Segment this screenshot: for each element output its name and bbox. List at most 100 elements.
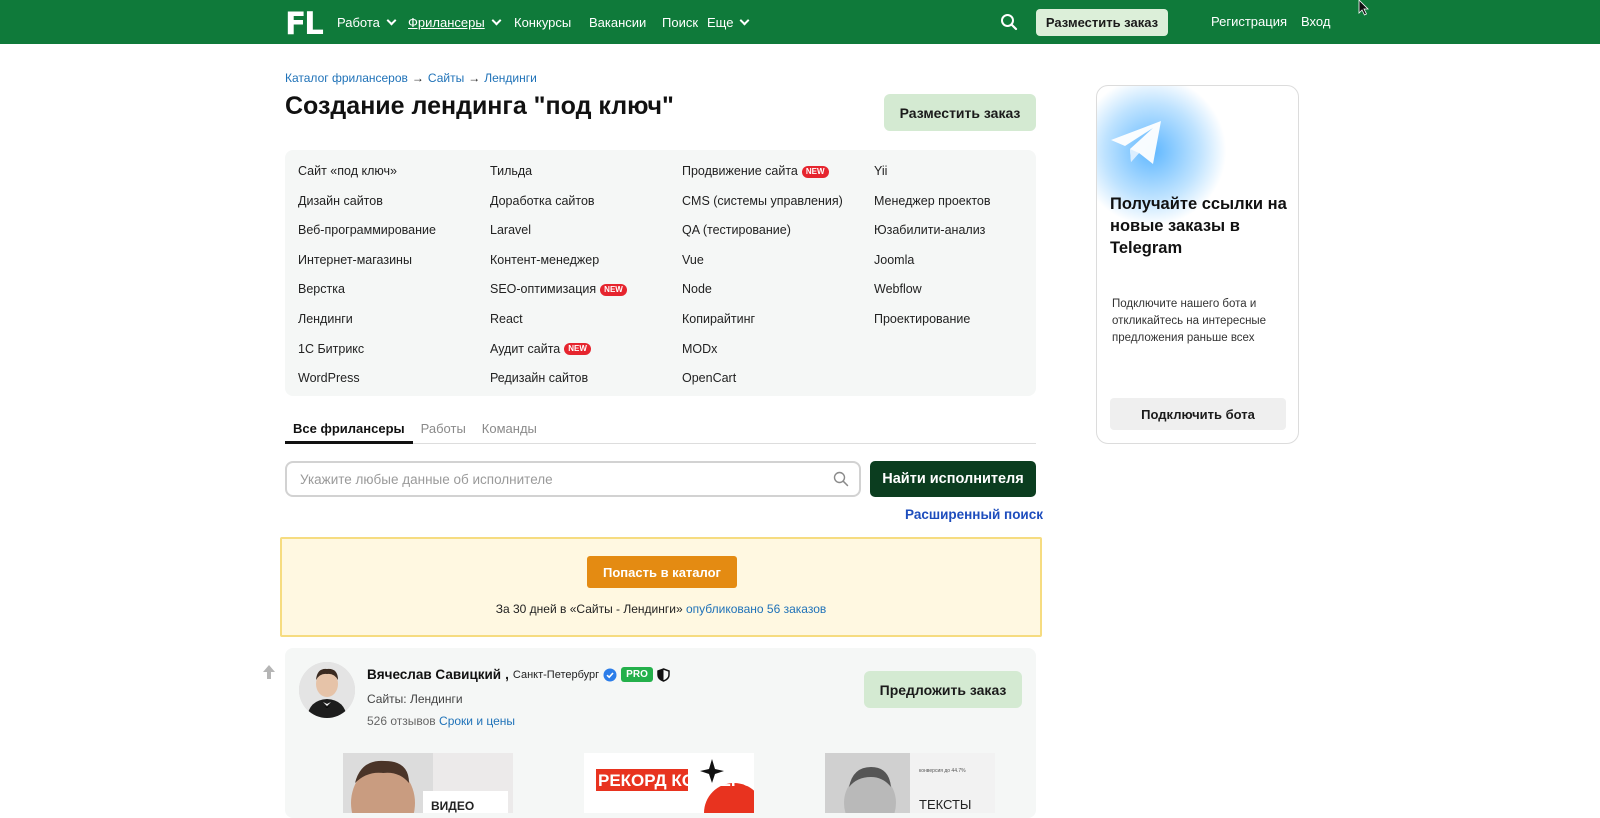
new-badge: NEW (564, 343, 591, 356)
top-post-order-button[interactable]: Разместить заказ (1036, 9, 1168, 36)
nav-item-freelancers[interactable]: Фрилансеры (408, 0, 502, 44)
category-link[interactable]: Доработка сайтов (490, 187, 627, 217)
portfolio-thumbnail[interactable]: РЕКОРД КОНВЕРСИИ (584, 753, 754, 813)
category-column: Тильда Доработка сайтов Laravel Контент-… (490, 157, 627, 394)
category-label: Проектирование (874, 311, 971, 326)
pro-badge: PRO (621, 667, 653, 682)
search-icon[interactable] (833, 471, 849, 487)
category-link[interactable]: Laravel (490, 216, 627, 246)
category-link[interactable]: 1С Битрикс (298, 335, 436, 365)
fl-logo[interactable]: FL (285, 6, 324, 42)
category-column: Yii Менеджер проектов Юзабилити-анализ J… (874, 157, 991, 335)
freelancer-name[interactable]: Вячеслав Савицкий (367, 667, 501, 682)
breadcrumb-sites[interactable]: Сайты (428, 71, 464, 85)
category-label: Менеджер проектов (874, 193, 991, 208)
category-label: Интернет-магазины (298, 252, 412, 267)
category-link[interactable]: Сайт «под ключ» (298, 157, 436, 187)
portfolio-thumbnail[interactable]: ВИДЕО (343, 753, 513, 813)
catalog-stats-text: За 30 дней в «Сайты - Лендинги» опублико… (282, 602, 1040, 616)
page-title: Создание лендинга "под ключ" (285, 92, 674, 120)
nav-item-search[interactable]: Поиск (662, 0, 698, 44)
category-link[interactable]: SEO-оптимизация NEW (490, 275, 627, 305)
category-link[interactable]: Joomla (874, 246, 991, 276)
catalog-stats-prefix: За 30 дней в «Сайты - Лендинги» (495, 602, 683, 616)
portfolio-thumbnail[interactable]: конверсия до 44.7% ТЕКСТЫ (825, 753, 995, 813)
tab-works[interactable]: Работы (413, 420, 474, 444)
new-badge: NEW (600, 284, 627, 297)
reviews-count[interactable]: 526 отзывов (367, 714, 436, 728)
category-label: Контент-менеджер (490, 252, 600, 267)
nav-label: Поиск (662, 14, 699, 30)
telegram-plane-icon (1111, 121, 1161, 164)
freelancer-name-row: Вячеслав Савицкий, Санкт-Петербург PRO (367, 667, 670, 682)
orders-published-link[interactable]: опубликовано 56 заказов (686, 602, 826, 616)
arrow-up-icon[interactable] (262, 664, 276, 680)
category-link[interactable]: Юзабилити-анализ (874, 216, 991, 246)
breadcrumb-catalog[interactable]: Каталог фрилансеров (285, 71, 408, 85)
category-label: Редизайн сайтов (490, 371, 589, 386)
login-link[interactable]: Вход (1301, 14, 1330, 29)
category-link[interactable]: OpenCart (682, 364, 843, 394)
connect-bot-button[interactable]: Подключить бота (1110, 398, 1286, 430)
nav-label: Вакансии (589, 14, 647, 30)
category-link[interactable]: Продвижение сайта NEW (682, 157, 843, 187)
category-link[interactable]: Yii (874, 157, 991, 187)
category-link[interactable]: Контент-менеджер (490, 246, 627, 276)
freelancer-search-input[interactable] (300, 463, 820, 495)
breadcrumb-landings[interactable]: Лендинги (484, 71, 537, 85)
shield-icon (657, 667, 670, 682)
category-link[interactable]: Лендинги (298, 305, 436, 335)
category-link[interactable]: Node (682, 275, 843, 305)
category-label: Юзабилити-анализ (874, 223, 986, 238)
category-link[interactable]: Копирайтинг (682, 305, 843, 335)
nav-item-more[interactable]: Еще (707, 0, 750, 44)
freelancer-card: Вячеслав Савицкий, Санкт-Петербург PRO С… (285, 648, 1036, 818)
search-icon[interactable] (1000, 13, 1018, 31)
advanced-search-link[interactable]: Расширенный поиск (905, 507, 1043, 522)
category-label: Laravel (490, 223, 531, 238)
category-label: SEO-оптимизация (490, 282, 597, 297)
nav-label: Фрилансеры (408, 14, 485, 30)
category-link[interactable]: Интернет-магазины (298, 246, 436, 276)
category-link[interactable]: Аудит сайта NEW (490, 335, 627, 365)
category-link[interactable]: Менеджер проектов (874, 187, 991, 217)
new-badge: NEW (801, 165, 829, 178)
category-link[interactable]: Проектирование (874, 305, 991, 335)
category-link[interactable]: Редизайн сайтов (490, 364, 627, 394)
chevron-down-icon (491, 15, 502, 25)
category-link[interactable]: React (490, 305, 627, 335)
post-order-button[interactable]: Разместить заказ (884, 94, 1036, 131)
tab-all-freelancers[interactable]: Все фрилансеры (285, 420, 413, 444)
category-link[interactable]: CMS (системы управления) (682, 187, 843, 217)
category-label: Лендинги (298, 311, 353, 326)
category-label: Yii (874, 164, 888, 178)
freelancer-tabs: Все фрилансеры Работы Команды (285, 420, 1036, 444)
category-link[interactable]: Vue (682, 246, 843, 276)
category-link[interactable]: Верстка (298, 275, 436, 305)
category-link[interactable]: Тильда (490, 157, 627, 187)
nav-item-work[interactable]: Работа (337, 0, 397, 44)
category-link[interactable]: WordPress (298, 364, 436, 394)
category-label: WordPress (298, 371, 360, 386)
tab-teams[interactable]: Команды (474, 420, 545, 444)
terms-prices-link[interactable]: Сроки и цены (439, 714, 515, 728)
category-link[interactable]: QA (тестирование) (682, 216, 843, 246)
offer-order-button[interactable]: Предложить заказ (864, 671, 1022, 708)
catalog-banner: Попасть в каталог За 30 дней в «Сайты - … (280, 537, 1042, 637)
find-freelancer-button[interactable]: Найти исполнителя (870, 461, 1036, 497)
freelancer-reviews-row: 526 отзывов Сроки и цены (367, 714, 515, 728)
avatar[interactable] (299, 662, 355, 718)
join-catalog-button[interactable]: Попасть в каталог (587, 556, 737, 588)
category-column: Продвижение сайта NEW CMS (системы управл… (682, 157, 843, 394)
nav-item-contests[interactable]: Конкурсы (514, 0, 571, 44)
category-label: Дизайн сайтов (298, 193, 383, 208)
chevron-down-icon (740, 15, 750, 25)
category-link[interactable]: MODx (682, 335, 843, 365)
category-label: Копирайтинг (682, 311, 756, 326)
nav-item-vacancies[interactable]: Вакансии (589, 0, 646, 44)
telegram-promo-card: Получайте ссылки на новые заказы в Teleg… (1096, 85, 1299, 444)
register-link[interactable]: Регистрация (1211, 14, 1287, 29)
category-link[interactable]: Дизайн сайтов (298, 187, 436, 217)
category-link[interactable]: Веб-программирование (298, 216, 436, 246)
category-link[interactable]: Webflow (874, 275, 991, 305)
